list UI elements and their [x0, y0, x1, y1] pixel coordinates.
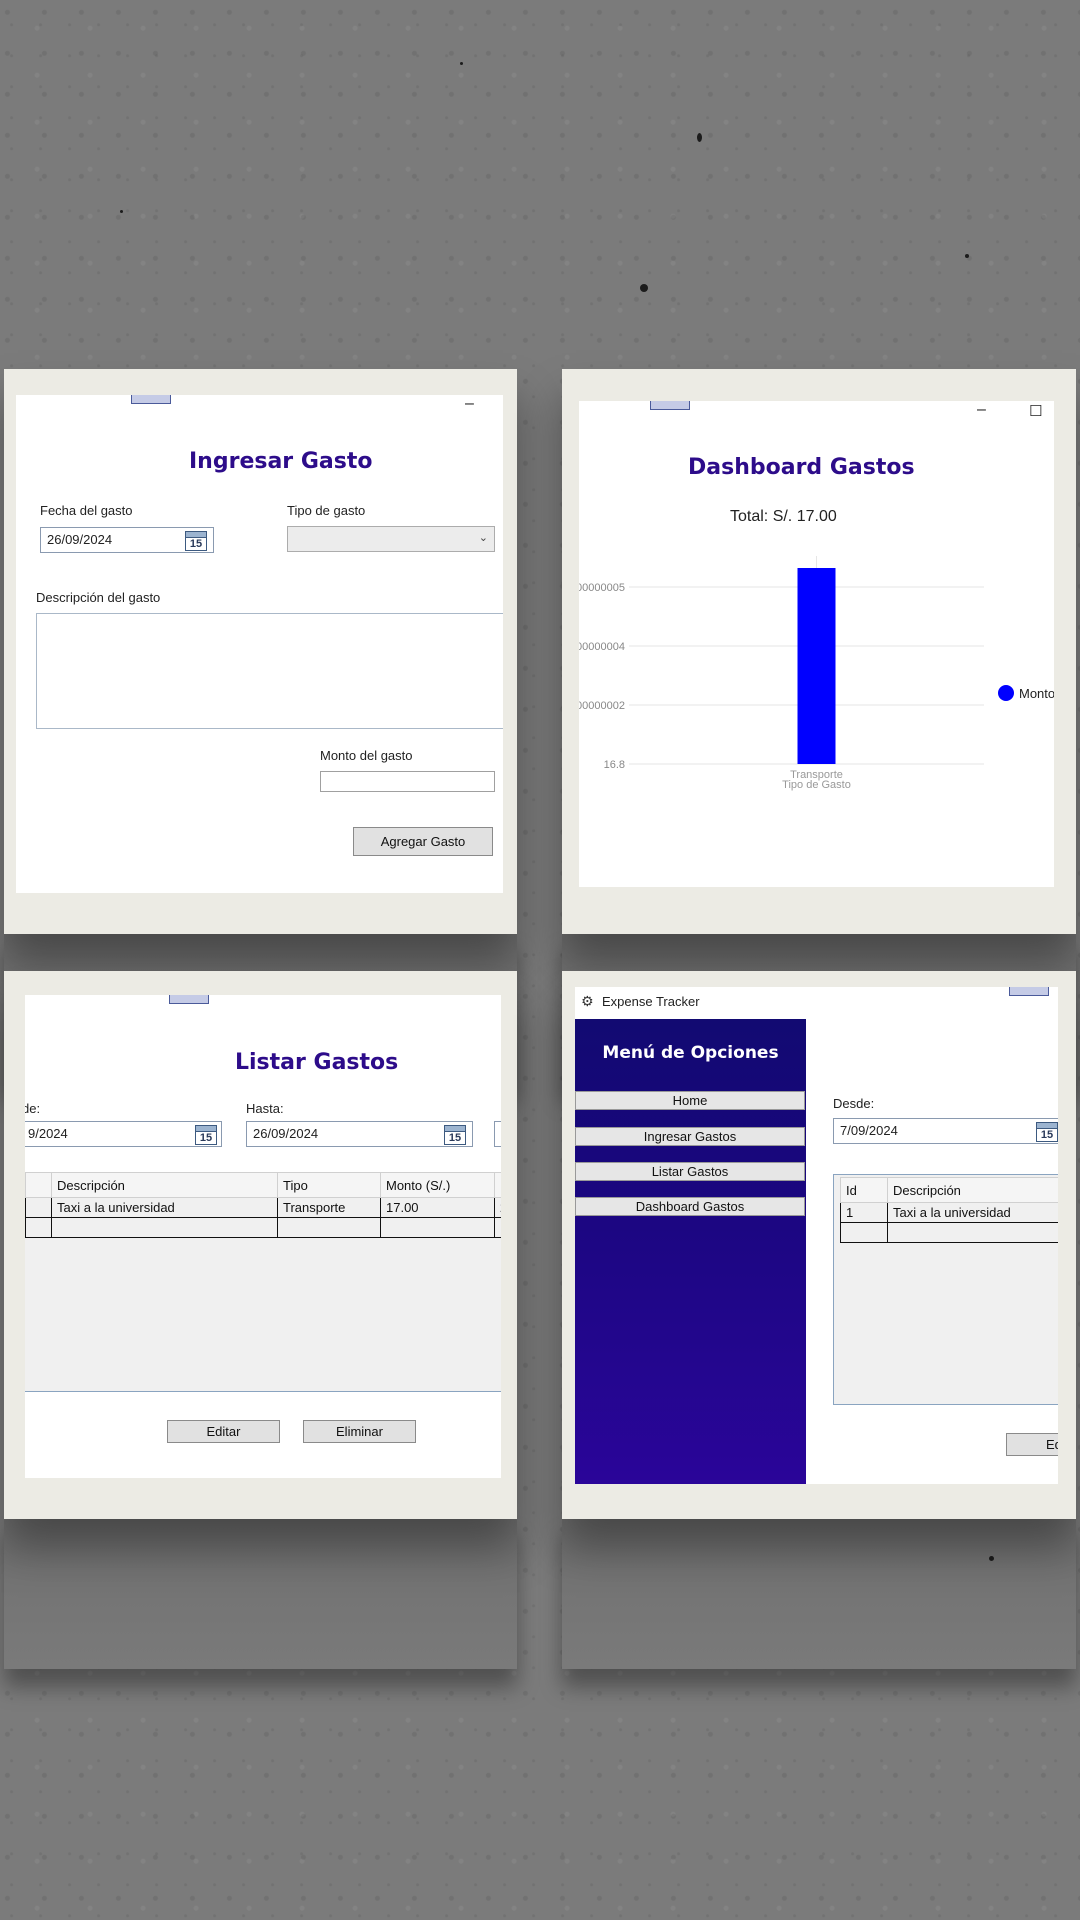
page-title: Listar Gastos — [235, 1050, 399, 1075]
descripcion-textarea[interactable] — [36, 613, 503, 729]
desde-date-picker[interactable]: 7/09/2024 — [833, 1118, 1058, 1144]
menu-item-home[interactable]: Home — [575, 1091, 805, 1110]
calendar-icon[interactable]: 15 — [195, 1125, 217, 1145]
app-title: Expense Tracker — [602, 994, 700, 1009]
legend-label: Monto — [1019, 686, 1054, 701]
calendar-icon[interactable]: 15 — [444, 1125, 466, 1145]
menu-title: Menú de Opciones — [602, 1043, 779, 1063]
table-cell[interactable] — [51, 1217, 278, 1238]
background-speck — [460, 62, 463, 65]
title-bar-handle — [650, 401, 690, 410]
table-cell[interactable]: Transporte — [277, 1197, 381, 1218]
maximize-button[interactable]: ☐ — [1029, 402, 1042, 420]
bar-chart: 16.8000000020000000400000005TransporteTi… — [579, 556, 1054, 791]
gastos-datagrid[interactable]: Id Descripción 1 Taxi a la universidad — [833, 1174, 1058, 1405]
editar-button[interactable]: Ed — [1006, 1433, 1058, 1456]
table-cell[interactable]: 1 — [840, 1202, 888, 1223]
desde-date-picker[interactable]: 9/2024 — [25, 1121, 222, 1147]
table-row-new[interactable] — [25, 1217, 501, 1238]
table-cell[interactable] — [25, 1197, 52, 1218]
ingresar-gasto-card: – Ingresar Gasto Fecha del gasto 26/09/2… — [4, 369, 517, 1084]
editar-button[interactable]: Editar — [167, 1420, 280, 1443]
background-speck — [989, 1556, 994, 1561]
table-header-row: Id Descripción — [840, 1177, 1058, 1203]
chevron-down-icon: ⌄ — [478, 532, 488, 544]
total-label: Total: S/. 17.00 — [730, 508, 837, 525]
desde-value: 9/2024 — [28, 1126, 68, 1141]
dashboard-card: – ☐ Dashboard Gastos Total: S/. 17.00 16… — [562, 369, 1076, 1084]
table-row[interactable]: 1 Taxi a la universidad — [840, 1202, 1058, 1223]
table-cell[interactable]: Taxi a la universidad — [51, 1197, 278, 1218]
title-bar-handle — [1009, 987, 1049, 996]
minimize-button[interactable]: – — [977, 401, 986, 419]
listar-gastos-window: Listar Gastos de: 9/2024 15 Hasta: 26/09… — [25, 995, 501, 1478]
desde-label: Desde: — [833, 1096, 875, 1111]
column-header[interactable]: Monto (S/.) — [380, 1172, 495, 1198]
table-row-new[interactable] — [840, 1222, 1058, 1243]
table-cell[interactable] — [380, 1217, 495, 1238]
menu-item-listar-gastos[interactable]: Listar Gastos — [575, 1162, 805, 1181]
desde-label: de: — [25, 1101, 41, 1116]
bar — [797, 568, 836, 764]
table-cell[interactable]: Taxi a la universidad — [887, 1202, 1058, 1223]
ingresar-gasto-window: – Ingresar Gasto Fecha del gasto 26/09/2… — [16, 395, 503, 893]
background-speck — [697, 133, 702, 142]
table-cell[interactable] — [887, 1222, 1058, 1243]
table-cell[interactable]: 2 — [494, 1197, 501, 1218]
page-title: Dashboard Gastos — [688, 455, 915, 480]
table-cell[interactable] — [840, 1222, 888, 1243]
hasta-label: Hasta: — [246, 1101, 284, 1116]
column-header[interactable]: Descripción — [887, 1177, 1058, 1203]
column-header[interactable]: Id — [840, 1177, 888, 1203]
tipo-label: Tipo de gasto — [287, 503, 366, 518]
table-cell[interactable] — [494, 1217, 501, 1238]
calendar-icon[interactable]: 15 — [185, 531, 207, 551]
app-icon: ⚙ — [581, 993, 594, 1009]
dashboard-window: – ☐ Dashboard Gastos Total: S/. 17.00 16… — [579, 401, 1054, 887]
column-header[interactable]: Tipo — [277, 1172, 381, 1198]
extra-filter-field[interactable] — [494, 1121, 501, 1147]
table-cell[interactable] — [277, 1217, 381, 1238]
background-speck — [640, 284, 648, 292]
y-tick-label: 16.8 — [604, 759, 625, 771]
agregar-gasto-button[interactable]: Agregar Gasto — [353, 827, 493, 856]
main-window-card: ⚙ Expense Tracker Menú de Opciones Home … — [562, 971, 1076, 1669]
title-bar-handle — [169, 995, 209, 1004]
column-header[interactable]: Descripción — [51, 1172, 278, 1198]
y-tick-label: 00000002 — [579, 700, 625, 712]
tipo-select[interactable]: ⌄ — [287, 526, 495, 552]
sidebar: Menú de Opciones Home Ingresar Gastos Li… — [575, 1019, 806, 1484]
x-axis-label: Tipo de Gasto — [782, 779, 851, 791]
legend-marker — [998, 685, 1014, 701]
background-speck — [120, 210, 123, 213]
column-header[interactable] — [494, 1172, 501, 1198]
descripcion-label: Descripción del gasto — [36, 590, 161, 605]
table-cell[interactable] — [25, 1217, 52, 1238]
table-cell[interactable]: 17.00 — [380, 1197, 495, 1218]
y-tick-label: 00000004 — [579, 641, 625, 653]
menu-item-dashboard-gastos[interactable]: Dashboard Gastos — [575, 1197, 805, 1216]
eliminar-button[interactable]: Eliminar — [303, 1420, 416, 1443]
minimize-button[interactable]: – — [465, 395, 474, 413]
table-header-row: Descripción Tipo Monto (S/.) — [25, 1172, 501, 1198]
fecha-label: Fecha del gasto — [40, 503, 133, 518]
hasta-date-picker[interactable]: 26/09/2024 — [246, 1121, 473, 1147]
monto-label: Monto del gasto — [320, 748, 413, 763]
column-header[interactable] — [25, 1172, 52, 1198]
expense-tracker-window: ⚙ Expense Tracker Menú de Opciones Home … — [575, 987, 1058, 1484]
title-bar-handle — [131, 395, 171, 404]
hasta-value: 26/09/2024 — [253, 1126, 319, 1141]
listar-gastos-card: Listar Gastos de: 9/2024 15 Hasta: 26/09… — [4, 971, 517, 1669]
y-tick-label: 00000005 — [579, 582, 625, 594]
calendar-icon[interactable]: 15 — [1036, 1122, 1058, 1142]
gastos-datagrid[interactable]: Descripción Tipo Monto (S/.) Taxi a la u… — [25, 1172, 501, 1392]
page-title: Ingresar Gasto — [189, 449, 373, 474]
fecha-value: 26/09/2024 — [47, 532, 113, 547]
menu-item-ingresar-gastos[interactable]: Ingresar Gastos — [575, 1127, 805, 1146]
table-row[interactable]: Taxi a la universidad Transporte 17.00 2 — [25, 1197, 501, 1218]
desde-value: 7/09/2024 — [840, 1123, 898, 1138]
background-speck — [965, 254, 969, 258]
monto-input[interactable] — [320, 771, 495, 792]
